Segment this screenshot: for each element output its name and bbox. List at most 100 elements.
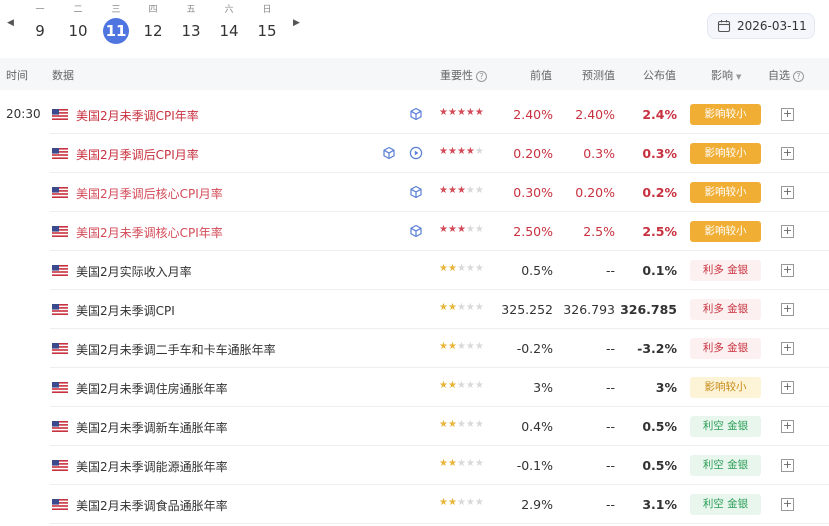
next-week-arrow-icon[interactable]: ▶ [293, 18, 300, 28]
star-icon: ★ [474, 419, 484, 430]
add-watchlist-button[interactable]: + [781, 420, 794, 433]
add-watchlist-button[interactable]: + [781, 225, 794, 238]
sort-down-icon[interactable]: ▼ [736, 73, 741, 81]
star-icon: ★ [474, 302, 484, 313]
importance-stars: ★★★★★ [439, 458, 484, 469]
star-icon: ★ [474, 146, 484, 157]
star-icon: ★ [465, 107, 475, 118]
previous-value: 325.252 [501, 302, 553, 317]
star-icon: ★ [456, 341, 466, 352]
star-icon: ★ [439, 341, 448, 352]
impact-badge: 影响较小 [690, 182, 761, 203]
star-icon: ★ [456, 497, 466, 508]
event-name-link[interactable]: 美国2月未季调二手车和卡车通胀年率 [76, 341, 276, 358]
impact-badge: 影响较小 [690, 143, 761, 164]
event-name-link[interactable]: 美国2月未季调CPI [76, 302, 175, 319]
star-icon: ★ [456, 302, 466, 313]
star-icon: ★ [474, 380, 484, 391]
table-row[interactable]: 美国2月未季调新车通胀年率 ★★★★★ 0.4% -- 0.5% 利空 金银 + [0, 407, 829, 446]
add-watchlist-button[interactable]: + [781, 381, 794, 394]
table-row[interactable]: 美国2月实际收入月率 ★★★★★ 0.5% -- 0.1% 利多 金银 + [0, 251, 829, 290]
star-icon: ★ [447, 185, 457, 196]
table-header: 时间 数据 重要性? 前值 预测值 公布值 影响 ▼ 自选? [0, 58, 829, 90]
table-row[interactable]: 美国2月未季调核心CPI年率 ★★★★★ 2.50% 2.5% 2.5% 影响较小 + [0, 212, 829, 251]
impact-badge: 影响较小 [690, 221, 761, 242]
table-row[interactable]: 20:30 美国2月未季调CPI年率 ★★★★★ 2.40% 2.40% 2.4% 影响较小… [0, 95, 829, 134]
add-watchlist-button[interactable]: + [781, 186, 794, 199]
help-icon[interactable]: ? [793, 71, 804, 82]
importance-stars: ★★★★★ [439, 185, 484, 196]
table-row[interactable]: 美国2月未季调能源通胀年率 ★★★★★ -0.1% -- 0.5% 利空 金银 + [0, 446, 829, 485]
star-icon: ★ [474, 341, 484, 352]
date-strip: ◀ 一 9 二 10 三 11 四 12 五 13 六 14 日 15 ▶ 20… [0, 0, 829, 56]
date-picker[interactable]: 2026-03-11 [707, 13, 815, 39]
add-watchlist-button[interactable]: + [781, 342, 794, 355]
impact-badge: 利多 金银 [690, 338, 761, 359]
star-icon: ★ [439, 419, 448, 430]
event-name-link[interactable]: 美国2月未季调能源通胀年率 [76, 458, 228, 475]
table-row[interactable]: 美国2月未季调食品通胀年率 ★★★★★ 2.9% -- 3.1% 利空 金银 + [0, 485, 829, 524]
event-name-link[interactable]: 美国2月未季调食品通胀年率 [76, 497, 228, 514]
impact-badge: 利空 金银 [690, 494, 761, 515]
day-15[interactable]: 日 15 [252, 4, 282, 44]
cube-icon[interactable] [409, 107, 423, 121]
header-importance-label: 重要性 [440, 69, 473, 82]
play-icon[interactable] [409, 146, 423, 160]
actual-value: 3% [655, 380, 677, 395]
event-name-link[interactable]: 美国2月未季调CPI年率 [76, 107, 199, 124]
header-impact[interactable]: 影响 ▼ [711, 67, 741, 83]
table-row[interactable]: 美国2月季调后CPI月率 ★★★★★ 0.20% 0.3% 0.3% 影响较小 + [0, 134, 829, 173]
star-icon: ★ [474, 224, 484, 235]
add-watchlist-button[interactable]: + [781, 498, 794, 511]
day-11-selected[interactable]: 三 11 [101, 4, 131, 44]
table-row[interactable]: 美国2月未季调CPI ★★★★★ 325.252 326.793 326.785 利多 金… [0, 290, 829, 329]
previous-value: 2.9% [521, 497, 553, 512]
add-watchlist-button[interactable]: + [781, 147, 794, 160]
event-name-link[interactable]: 美国2月季调后CPI月率 [76, 146, 199, 163]
importance-stars: ★★★★★ [439, 146, 484, 157]
star-icon: ★ [465, 341, 475, 352]
forecast-value: 0.3% [583, 146, 615, 161]
star-icon: ★ [447, 380, 457, 391]
day-number: 13 [181, 22, 201, 40]
add-watchlist-button[interactable]: + [781, 108, 794, 121]
star-icon: ★ [456, 458, 466, 469]
day-9[interactable]: 一 9 [25, 4, 55, 44]
event-name-link[interactable]: 美国2月实际收入月率 [76, 263, 192, 280]
impact-badge: 利空 金银 [690, 416, 761, 437]
star-icon: ★ [456, 263, 466, 274]
forecast-value: 326.793 [563, 302, 615, 317]
previous-value: 2.50% [513, 224, 553, 239]
day-number: 15 [257, 22, 277, 40]
add-watchlist-button[interactable]: + [781, 459, 794, 472]
importance-stars: ★★★★★ [439, 419, 484, 430]
us-flag-icon [52, 148, 68, 159]
event-name-link[interactable]: 美国2月季调后核心CPI月率 [76, 185, 223, 202]
star-icon: ★ [447, 341, 457, 352]
day-number: 10 [68, 22, 88, 40]
table-row[interactable]: 美国2月未季调二手车和卡车通胀年率 ★★★★★ -0.2% -- -3.2% 利多 金银 + [0, 329, 829, 368]
prev-week-arrow-icon[interactable]: ◀ [7, 18, 14, 28]
day-10[interactable]: 二 10 [63, 4, 93, 44]
add-watchlist-button[interactable]: + [781, 303, 794, 316]
table-row[interactable]: 美国2月季调后核心CPI月率 ★★★★★ 0.30% 0.20% 0.2% 影响较小 + [0, 173, 829, 212]
us-flag-icon [52, 343, 68, 354]
importance-stars: ★★★★★ [439, 497, 484, 508]
day-14[interactable]: 六 14 [214, 4, 244, 44]
event-name-link[interactable]: 美国2月未季调新车通胀年率 [76, 419, 228, 436]
cube-icon[interactable] [409, 224, 423, 238]
day-13[interactable]: 五 13 [176, 4, 206, 44]
us-flag-icon [52, 187, 68, 198]
header-watchlist-label: 自选 [768, 69, 790, 82]
event-name-link[interactable]: 美国2月未季调核心CPI年率 [76, 224, 223, 241]
event-name-link[interactable]: 美国2月未季调住房通胀年率 [76, 380, 228, 397]
table-row[interactable]: 美国2月未季调住房通胀年率 ★★★★★ 3% -- 3% 影响较小 + [0, 368, 829, 407]
day-12[interactable]: 四 12 [138, 4, 168, 44]
star-icon: ★ [447, 107, 457, 118]
help-icon[interactable]: ? [476, 71, 487, 82]
add-watchlist-button[interactable]: + [781, 264, 794, 277]
cube-icon[interactable] [382, 146, 396, 160]
actual-value: 2.4% [642, 107, 677, 122]
cube-icon[interactable] [409, 185, 423, 199]
header-impact-label: 影响 [711, 69, 733, 82]
